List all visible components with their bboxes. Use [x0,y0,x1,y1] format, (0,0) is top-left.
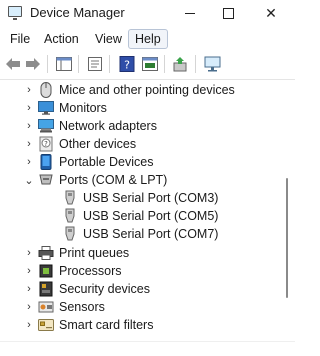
menu-bar: File Action View Help [0,27,295,49]
chevron-right-icon[interactable]: › [24,244,34,262]
network-adapter-icon [38,119,54,133]
menu-file[interactable]: File [4,29,36,49]
unknown-device-icon: ? [38,136,54,152]
menu-action[interactable]: Action [38,29,85,49]
tree-item-other-devices[interactable]: › ? Other devices [24,135,136,153]
tree-item-label: Print queues [59,246,130,260]
chevron-right-icon[interactable]: › [24,99,34,117]
chevron-right-icon[interactable]: › [24,262,34,280]
chevron-right-icon[interactable]: › [24,280,34,298]
tree-item-label: Processors [59,264,122,278]
help-book-icon: ? [119,56,135,72]
tree-item-sensors[interactable]: › Sensors [24,298,105,316]
tree-item-label: Security devices [59,282,151,296]
tree-item-network-adapters[interactable]: › Network adapters [24,117,157,135]
tree-item-usb-serial-com7[interactable]: USB Serial Port (COM7) [58,225,218,243]
mouse-icon [38,82,54,98]
tree-item-security-devices[interactable]: › Security devices [24,280,150,298]
security-device-icon [38,281,54,297]
tree-item-monitors[interactable]: › Monitors [24,99,107,117]
title-bar: Device Manager ✕ [0,0,295,26]
properties-button[interactable] [86,55,104,73]
tree-item-label: Smart card filters [59,318,154,332]
tree-item-label: Other devices [59,137,137,151]
scrollbar-thumb[interactable] [286,178,288,298]
toolbar-separator [47,55,48,73]
svg-text:?: ? [124,59,130,72]
tree-item-usb-serial-com3[interactable]: USB Serial Port (COM3) [58,189,218,207]
update-driver-icon [173,57,187,72]
toolbar-separator [164,55,165,73]
serial-port-icon [62,190,78,205]
back-arrow-icon [6,58,20,70]
chevron-right-icon[interactable]: › [24,316,34,334]
help-button[interactable]: ? [118,55,136,73]
menu-help[interactable]: Help [128,29,168,49]
action-pane-button[interactable] [141,55,159,73]
status-area [0,341,295,356]
tree-item-label: Portable Devices [59,155,154,169]
maximize-button[interactable] [208,0,248,26]
printer-icon [38,246,54,260]
tree-item-label: USB Serial Port (COM7) [83,227,219,241]
tree-item-label: USB Serial Port (COM5) [83,209,219,223]
tree-item-label: Mice and other pointing devices [59,83,235,97]
update-driver-button[interactable] [172,55,190,73]
tree-item-processors[interactable]: › Processors [24,262,122,280]
chevron-right-icon[interactable]: › [24,81,34,99]
menu-view[interactable]: View [89,29,128,49]
sensor-icon [38,300,54,314]
window-title: Device Manager [30,5,125,20]
svg-text:?: ? [44,140,48,148]
scan-hardware-button[interactable] [204,55,222,73]
scan-hardware-icon [204,56,221,72]
device-tree: › Mice and other pointing devices › Moni… [0,80,295,340]
device-manager-icon [8,6,22,20]
tree-item-portable-devices[interactable]: › Portable Devices [24,153,154,171]
processor-icon [38,264,54,278]
tree-item-label: USB Serial Port (COM3) [83,191,219,205]
toolbar-separator [195,55,196,73]
portable-device-icon [38,154,54,170]
tree-item-usb-serial-com5[interactable]: USB Serial Port (COM5) [58,207,218,225]
back-button[interactable] [4,55,22,73]
tree-item-print-queues[interactable]: › Print queues [24,244,129,262]
smart-card-icon [38,318,54,332]
console-tree-icon [56,57,72,71]
port-icon [38,173,54,187]
chevron-right-icon[interactable]: › [24,153,34,171]
serial-port-icon [62,208,78,223]
tree-item-mice[interactable]: › Mice and other pointing devices [24,81,235,99]
tree-item-smart-card-filters[interactable]: › Smart card filters [24,316,153,334]
tree-item-label: Monitors [59,101,107,115]
serial-port-icon [62,226,78,241]
close-button[interactable]: ✕ [251,0,291,26]
forward-button[interactable] [24,55,42,73]
chevron-down-icon[interactable]: ⌄ [24,171,34,189]
action-pane-icon [142,57,158,71]
minimize-button[interactable] [170,0,210,26]
vertical-scrollbar[interactable] [283,80,295,340]
toolbar: ? [0,50,295,78]
toolbar-separator [109,55,110,73]
properties-icon [88,57,102,71]
chevron-right-icon[interactable]: › [24,298,34,316]
tree-item-label: Sensors [59,300,105,314]
show-hide-console-tree-button[interactable] [55,55,73,73]
tree-item-label: Network adapters [59,119,157,133]
tree-item-label: Ports (COM & LPT) [59,173,168,187]
toolbar-separator [78,55,79,73]
close-icon: ✕ [265,5,277,21]
minimize-icon [185,12,195,14]
chevron-right-icon[interactable]: › [24,135,34,153]
monitor-icon [38,101,54,115]
chevron-right-icon[interactable]: › [24,117,34,135]
forward-arrow-icon [26,58,40,70]
maximize-icon [222,7,234,19]
tree-item-ports[interactable]: ⌄ Ports (COM & LPT) [24,171,167,189]
